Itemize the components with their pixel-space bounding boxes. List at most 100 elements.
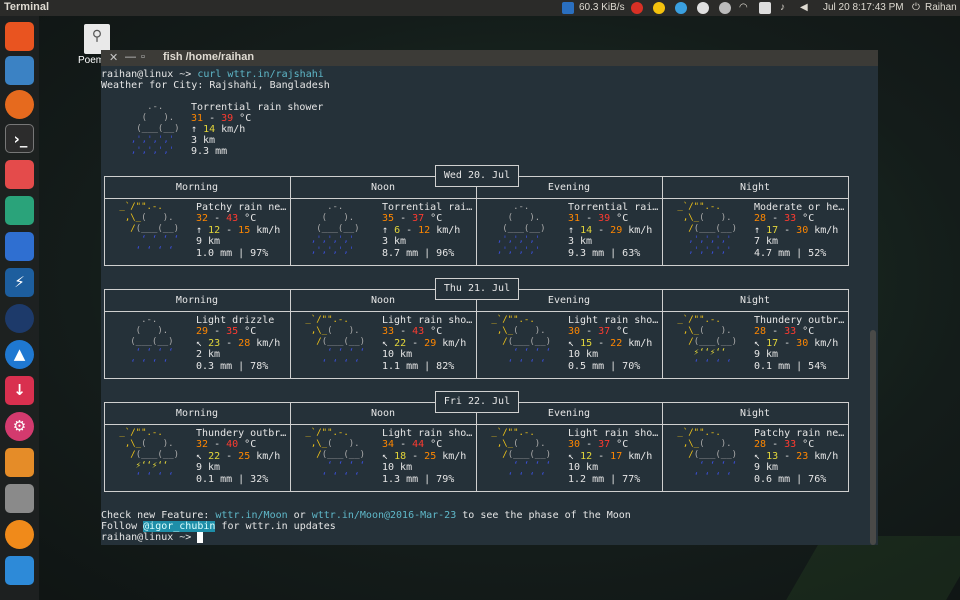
forecast-info: Light rain sho… 30 - 37 °C ↖ 12 - 17 km/… xyxy=(568,428,659,485)
phase-label: Morning xyxy=(175,182,219,193)
moon-link[interactable]: wttr.in/Moon xyxy=(215,510,287,521)
phase-label: Evening xyxy=(547,182,591,193)
power-icon[interactable]: ⏻ xyxy=(912,1,920,15)
user-name[interactable]: Raihan xyxy=(925,1,957,15)
launcher: ›_ ⚡ ▲ ↓ ⚙ xyxy=(0,16,39,600)
volume-icon[interactable]: ◀ xyxy=(800,1,808,15)
weather-icon: _`/"".-. ,\_( ). /(___(__) ‘ ‘ ‘ ‘ ‘ ‘ ‘… xyxy=(300,428,366,482)
phase-label: Evening xyxy=(547,295,591,306)
pen-icon[interactable] xyxy=(719,2,731,14)
forecast-day-row: Fri 22. Jul Morning Noon Evening Night _`/""… xyxy=(104,391,849,492)
condition: Light rain sho… xyxy=(568,315,659,326)
forecast-day-row: Thu 21. Jul Morning Noon Evening Night .-. (… xyxy=(104,278,849,379)
current-weather-art: .-. ( ). (___(__) ‚'‚'‚'‚' ‚'‚'‚'‚' xyxy=(120,102,180,156)
phase-label: Noon xyxy=(370,408,396,419)
network-monitor-icon[interactable] xyxy=(562,2,574,14)
minimize-icon[interactable]: — xyxy=(125,51,136,63)
screenshot-icon[interactable] xyxy=(5,160,34,189)
command: curl wttr.in/rajshahi xyxy=(197,69,324,80)
terminal-scrollbar[interactable] xyxy=(870,330,876,545)
files-icon[interactable] xyxy=(5,56,34,85)
forecast-info: Light rain sho… 34 - 44 °C ↖ 18 - 25 km/… xyxy=(382,428,473,485)
smiley-icon[interactable] xyxy=(653,2,665,14)
condition: Moderate or he… xyxy=(754,202,845,213)
condition: Light rain sho… xyxy=(382,428,473,439)
weather-icon: _`/"".-. ,\_( ). /(___(__) ‚'‚'‚'‚' ‚'‚'… xyxy=(672,202,738,256)
condition: Light rain sho… xyxy=(382,315,473,326)
window-title: fish /home/raihan xyxy=(163,51,255,63)
moon-date-link[interactable]: wttr.in/Moon@2016-Mar-23 xyxy=(312,510,457,521)
weather-icon: _`/"".-. ,\_( ). /(___(__) ‘ ‘ ‘ ‘ ‘ ‘ ‘… xyxy=(300,315,366,369)
weather-icon: .-. ( ). (___(__) ‘ ‘ ‘ ‘ ‘ ‘ ‘ ‘ xyxy=(114,315,174,369)
maximize-icon[interactable]: ▫ xyxy=(141,51,145,63)
footer-follow-line: Follow @igor_chubin for wttr.in updates xyxy=(101,521,336,532)
notification-icon[interactable]: ♪ xyxy=(780,1,785,15)
phase-label: Night xyxy=(739,295,771,306)
forecast-info: Torrential rai… 35 - 37 °C ↑ 6 - 12 km/h… xyxy=(382,202,473,259)
window-titlebar[interactable]: ✕ — ▫ fish /home/raihan xyxy=(101,50,878,66)
wifi-icon[interactable]: ◠ xyxy=(739,1,748,15)
current-precip: 9.3 mm xyxy=(191,146,228,157)
gmail-icon[interactable] xyxy=(631,2,643,14)
vlc-icon[interactable] xyxy=(5,520,34,549)
update-manager-icon[interactable]: ⚡ xyxy=(5,268,34,297)
forecast-day-row: Wed 20. Jul Morning Noon Evening Night _`/""… xyxy=(104,165,849,266)
weather-icon: .-. ( ). (___(__) ‚'‚'‚'‚' ‚'‚'‚'‚' xyxy=(486,202,546,256)
text-editor-icon[interactable] xyxy=(5,232,34,261)
weather-icon: _`/"".-. ,\_( ). /(___(__) ‘ ‘ ‘ ‘ ‘ ‘ ‘… xyxy=(114,202,180,256)
phase-label: Night xyxy=(739,182,771,193)
software-icon[interactable] xyxy=(5,448,34,477)
condition: Torrential rai… xyxy=(382,202,473,213)
forecast-info: Light drizzle 29 - 35 °C ↖ 23 - 28 km/h … xyxy=(196,315,281,372)
vpn-icon[interactable]: ▲ xyxy=(5,340,34,369)
clock-app-icon[interactable] xyxy=(5,304,34,333)
clock[interactable]: Jul 20 8:17:43 PM xyxy=(823,1,904,15)
archive-icon[interactable] xyxy=(5,484,34,513)
weather-icon: _`/"".-. ,\_( ). /(___(__) ⚡‘‘⚡‘‘ ‘ ‘ ‘ … xyxy=(114,428,180,482)
downloader-icon[interactable]: ↓ xyxy=(5,376,34,405)
forecast-cell: _`/"".-. ,\_( ). /(___(__) ‘ ‘ ‘ ‘ ‘ ‘ ‘… xyxy=(290,315,476,375)
forecast-info: Patchy rain ne… 32 - 43 °C ↑ 12 - 15 km/… xyxy=(196,202,287,259)
phase-label: Night xyxy=(739,408,771,419)
weather-icon: _`/"".-. ,\_( ). /(___(__) ‘ ‘ ‘ ‘ ‘ ‘ ‘… xyxy=(486,428,552,482)
weather-icon: _`/"".-. ,\_( ). /(___(__) ‘ ‘ ‘ ‘ ‘ ‘ ‘… xyxy=(486,315,552,369)
forecast-cell: _`/"".-. ,\_( ). /(___(__) ‘ ‘ ‘ ‘ ‘ ‘ ‘… xyxy=(476,428,662,488)
current-visibility: 3 km xyxy=(191,135,216,146)
forecast-cell: _`/"".-. ,\_( ). /(___(__) ⚡‘‘⚡‘‘ ‘ ‘ ‘ … xyxy=(662,315,848,375)
forecast-cell: _`/"".-. ,\_( ). /(___(__) ‘ ‘ ‘ ‘ ‘ ‘ ‘… xyxy=(290,428,476,488)
ubuntu-dash-icon[interactable] xyxy=(5,22,34,51)
forecast-info: Thundery outbr… 28 - 33 °C ↖ 17 - 30 km/… xyxy=(754,315,845,372)
forecast-info: Torrential rai… 31 - 39 °C ↑ 14 - 29 km/… xyxy=(568,202,659,259)
condition: Patchy rain ne… xyxy=(196,202,287,213)
cursor xyxy=(197,532,204,543)
forecast-info: Moderate or he… 28 - 33 °C ↑ 17 - 30 km/… xyxy=(754,202,845,259)
settings-icon[interactable]: ⚙ xyxy=(5,412,34,441)
forecast-info: Light rain sho… 33 - 43 °C ↖ 22 - 29 km/… xyxy=(382,315,473,372)
phase-label: Morning xyxy=(175,295,219,306)
misc-app-icon[interactable] xyxy=(5,556,34,585)
close-icon[interactable]: ✕ xyxy=(109,51,118,64)
clip-icon[interactable] xyxy=(697,2,709,14)
footer-feature-line: Check new Feature: wttr.in/Moon or wttr.… xyxy=(101,510,631,521)
forecast-info: Patchy rain ne… 28 - 33 °C ↖ 13 - 23 km/… xyxy=(754,428,845,485)
twitter-handle[interactable]: @igor_chubin xyxy=(143,521,216,532)
forecast-cell: _`/"".-. ,\_( ). /(___(__) ‘ ‘ ‘ ‘ ‘ ‘ ‘… xyxy=(104,202,290,262)
terminal-icon[interactable]: ›_ xyxy=(5,124,34,153)
system-monitor-icon[interactable] xyxy=(5,196,34,225)
firefox-icon[interactable] xyxy=(5,90,34,119)
forecast-cell: _`/"".-. ,\_( ). /(___(__) ‘ ‘ ‘ ‘ ‘ ‘ ‘… xyxy=(662,428,848,488)
phase-label: Morning xyxy=(175,408,219,419)
condition: Light drizzle xyxy=(196,315,275,326)
current-condition: Torrential rain shower xyxy=(191,102,324,113)
phase-label: Noon xyxy=(370,295,396,306)
forecast-cell: _`/"".-. ,\_( ). /(___(__) ‚'‚'‚'‚' ‚'‚'… xyxy=(662,202,848,262)
weather-icon: _`/"".-. ,\_( ). /(___(__) ⚡‘‘⚡‘‘ ‘ ‘ ‘ … xyxy=(672,315,738,369)
net-speed: 60.3 KiB/s xyxy=(579,2,625,13)
weather-icon: _`/"".-. ,\_( ). /(___(__) ‘ ‘ ‘ ‘ ‘ ‘ ‘… xyxy=(672,428,738,482)
prompt-line[interactable]: raihan@linux ~> xyxy=(101,532,204,543)
keyboard-layout-icon[interactable] xyxy=(759,2,771,14)
forecast-info: Thundery outbr… 32 - 40 °C ↖ 22 - 25 km/… xyxy=(196,428,287,485)
active-app-name: Terminal xyxy=(4,1,50,13)
telegram-icon[interactable] xyxy=(675,2,687,14)
top-panel: Terminal 60.3 KiB/s ◠ ♪ ◀ Jul 20 8:17:43… xyxy=(0,0,960,16)
